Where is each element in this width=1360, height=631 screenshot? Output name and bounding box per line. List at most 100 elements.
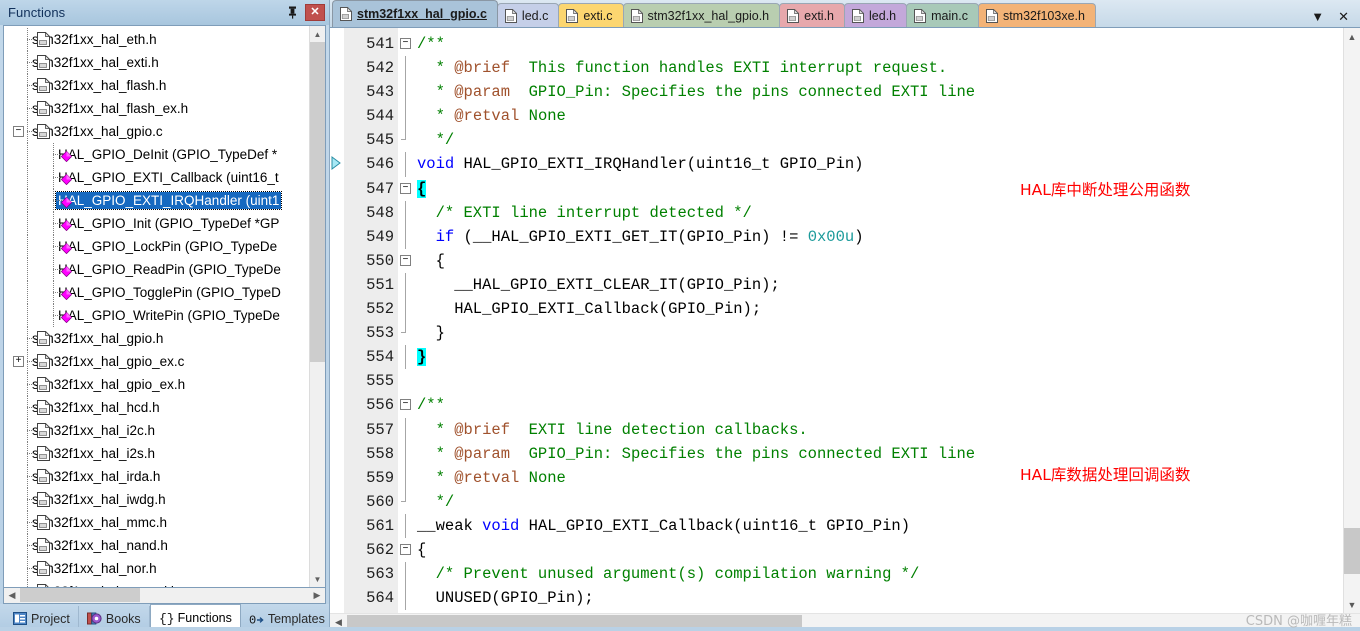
fold-marker[interactable]: −	[398, 249, 415, 273]
tree-horizontal-scrollbar[interactable]: ◀ ▶	[3, 588, 326, 604]
pin-icon[interactable]	[284, 4, 300, 22]
fold-marker[interactable]: −	[398, 32, 415, 56]
code-token: void	[482, 516, 520, 535]
tree-file-item[interactable]: stm32f1xx_hal_i2c.h	[4, 419, 309, 442]
scroll-left-arrow-icon[interactable]: ◀	[4, 588, 20, 603]
line-number: 547	[366, 179, 394, 198]
line-number: 557	[366, 420, 394, 439]
functions-tree[interactable]: stm32f1xx_hal_eth.h stm32f1xx_hal_exti.h s…	[4, 26, 309, 587]
editor-scroll-down-arrow-icon[interactable]: ▼	[1344, 596, 1360, 613]
tree-function-item[interactable]: HAL_GPIO_EXTI_IRQHandler (uint1	[4, 189, 309, 212]
code-line: */	[415, 128, 1343, 152]
tree-file-item[interactable]: stm32f1xx_hal_mmc.h	[4, 511, 309, 534]
expand-node-icon[interactable]: +	[13, 356, 24, 367]
tree-file-item[interactable]: stm32f1xx_hal_iwdg.h	[4, 488, 309, 511]
editor-tab-stm32f1xx-hal-gpio-h[interactable]: stm32f1xx_hal_gpio.h	[622, 3, 781, 27]
editor-tab-stm32f1xx-hal-gpio-c[interactable]: stm32f1xx_hal_gpio.c	[332, 0, 498, 27]
fold-marker	[398, 128, 415, 152]
ide-window: Functions ✕ stm32f1xx_hal_eth.h stm32f1xx…	[0, 0, 1360, 631]
line-number: 549	[366, 227, 394, 246]
editor-tab-led-h[interactable]: led.h	[844, 3, 908, 27]
editor-tab-stm32f103xe-h[interactable]: stm32f103xe.h	[977, 3, 1096, 27]
tree-item-label: HAL_GPIO_WritePin (GPIO_TypeDe	[58, 308, 280, 323]
fold-marker[interactable]: −	[398, 393, 415, 417]
editor-vertical-scrollbar[interactable]: ▲ ▼	[1343, 28, 1360, 613]
tree-function-item[interactable]: HAL_GPIO_DeInit (GPIO_TypeDef *	[4, 143, 309, 166]
close-icon[interactable]: ✕	[1338, 10, 1349, 23]
tree-file-item[interactable]: stm32f1xx_hal_gpio.h	[4, 327, 309, 350]
code-content[interactable]: /** * @brief This function handles EXTI …	[415, 28, 1343, 613]
editor-tabbar[interactable]: stm32f1xx_hal_gpio.c led.c exti.c stm32f1xx…	[330, 0, 1360, 27]
chevron-down-icon[interactable]: ▼	[1311, 10, 1324, 23]
tree-function-item[interactable]: HAL_GPIO_Init (GPIO_TypeDef *GP	[4, 212, 309, 235]
fold-marker	[398, 224, 415, 249]
fold-marker	[398, 56, 415, 81]
fold-marker	[398, 297, 415, 322]
collapse-region-icon[interactable]: −	[400, 254, 411, 266]
tree-file-item[interactable]: stm32f1xx_hal_gpio_ex.h	[4, 373, 309, 396]
scroll-down-arrow-icon[interactable]: ▼	[310, 571, 325, 587]
collapse-region-icon[interactable]: −	[400, 38, 411, 49]
editor-tab-main-c[interactable]: main.c	[906, 3, 979, 27]
collapse-region-icon[interactable]: −	[400, 399, 411, 411]
collapse-region-icon[interactable]: −	[400, 543, 411, 555]
code-scroll-area[interactable]: 541 542 543 544 545 546 547 548 549 550 551 552 553 5…	[330, 28, 1343, 613]
fold-marker	[398, 586, 415, 611]
scroll-up-arrow-icon[interactable]: ▲	[310, 26, 325, 42]
code-token: @brief	[454, 420, 511, 439]
tree-file-item[interactable]: stm32f1xx_hal_eth.h	[4, 28, 309, 51]
collapse-node-icon[interactable]: −	[13, 126, 24, 137]
code-line: */	[415, 490, 1343, 514]
tree-guide-line	[27, 143, 28, 166]
editor-tab-exti-h[interactable]: exti.h	[779, 3, 846, 27]
tree-scroll-thumb[interactable]	[310, 42, 325, 362]
tree-file-item[interactable]: + stm32f1xx_hal_gpio_ex.c	[4, 350, 309, 373]
editor-scroll-up-arrow-icon[interactable]: ▲	[1344, 28, 1360, 45]
code-token: @retval	[454, 468, 520, 487]
collapse-region-icon[interactable]: −	[400, 182, 411, 194]
tree-file-item[interactable]: stm32f1xx_hal_nor.h	[4, 557, 309, 580]
fold-marker[interactable]: −	[398, 177, 415, 201]
tree-file-item[interactable]: stm32f1xx_hal_i2s.h	[4, 442, 309, 465]
code-folding-column[interactable]: −−−−−−	[398, 28, 415, 613]
tree-file-item[interactable]: stm32f1xx_hal_nand.h	[4, 534, 309, 557]
fold-guide-line	[405, 417, 406, 442]
editor-tab-label: exti.h	[804, 8, 835, 23]
code-line: UNUSED(GPIO_Pin);	[415, 586, 1343, 610]
code-token: */	[417, 492, 455, 511]
fold-guide-line	[405, 224, 406, 249]
tree-file-item[interactable]: stm32f1xx_hal_exti.h	[4, 51, 309, 74]
fold-marker[interactable]: −	[398, 538, 415, 562]
tree-file-item[interactable]: stm32f1xx_hal_hcd.h	[4, 396, 309, 419]
tree-file-item[interactable]: stm32f1xx_hal_flash_ex.h	[4, 97, 309, 120]
file-icon	[37, 422, 51, 438]
editor-scroll-thumb[interactable]	[1344, 528, 1360, 574]
editor-tab-led-c[interactable]: led.c	[496, 3, 560, 27]
functions-tree-container: stm32f1xx_hal_eth.h stm32f1xx_hal_exti.h s…	[3, 25, 326, 588]
tree-function-item[interactable]: HAL_GPIO_ReadPin (GPIO_TypeDe	[4, 258, 309, 281]
code-token: None	[519, 107, 566, 126]
fold-marker	[398, 80, 415, 105]
tree-file-item[interactable]: stm32f1xx_hal_irda.h	[4, 465, 309, 488]
file-icon	[37, 330, 51, 346]
panel-tab-label: Templates	[267, 611, 325, 626]
tree-function-item[interactable]: HAL_GPIO_EXTI_Callback (uint16_t	[4, 166, 309, 189]
tree-file-item[interactable]: − stm32f1xx_hal_gpio.c	[4, 120, 309, 143]
file-icon	[37, 123, 51, 139]
close-panel-button[interactable]: ✕	[305, 4, 325, 21]
tree-hscroll-thumb[interactable]	[20, 588, 140, 602]
tree-guide-line	[27, 189, 28, 212]
line-number: 554	[366, 348, 394, 367]
window-bottom-strip	[0, 627, 1360, 631]
tree-file-item[interactable]: stm32f1xx_hal_flash.h	[4, 74, 309, 97]
editor-tab-exti-c[interactable]: exti.c	[558, 3, 624, 27]
tree-item-label: stm32f1xx_hal_gpio_ex.c	[32, 354, 185, 369]
tree-function-item[interactable]: HAL_GPIO_LockPin (GPIO_TypeDe	[4, 235, 309, 258]
tree-function-item[interactable]: HAL_GPIO_WritePin (GPIO_TypeDe	[4, 304, 309, 327]
tree-file-item[interactable]: stm32f1xx_hal_pccard.h	[4, 580, 309, 587]
tree-vertical-scrollbar[interactable]: ▲ ▼	[309, 26, 325, 587]
tree-function-item[interactable]: HAL_GPIO_TogglePin (GPIO_TypeD	[4, 281, 309, 304]
scroll-right-arrow-icon[interactable]: ▶	[309, 588, 325, 603]
file-icon	[37, 468, 51, 484]
file-icon	[37, 54, 51, 70]
